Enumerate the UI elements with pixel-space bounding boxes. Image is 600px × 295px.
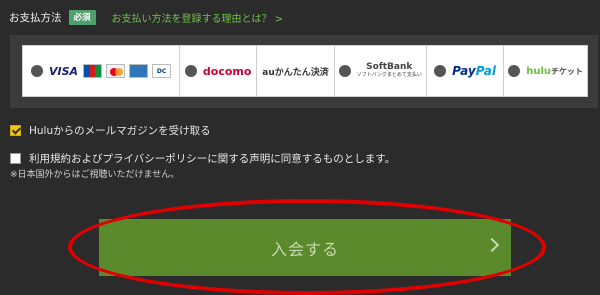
join-button-label: 入会する bbox=[270, 239, 339, 259]
newsletter-label: Huluからのメールマガジンを受け取る bbox=[29, 125, 211, 137]
terms-row: 利用規約およびプライバシーポリシーに関する声明に同意するものとします。 bbox=[10, 151, 395, 166]
payment-method-options: VISA DC docomo auかんたん決済 SoftBank ソフトバンクま… bbox=[22, 45, 588, 97]
required-badge: 必須 bbox=[68, 9, 96, 25]
paypal-label-a: Pay bbox=[452, 64, 476, 78]
payment-option-hulu-ticket[interactable]: huluチケット bbox=[504, 46, 587, 96]
terms-label: 利用規約およびプライバシーポリシーに関する声明に同意するものとします。 bbox=[29, 153, 396, 165]
ticket-label: チケット bbox=[551, 66, 583, 76]
payment-method-panel: VISA DC docomo auかんたん決済 SoftBank ソフトバンクま… bbox=[10, 35, 598, 108]
newsletter-checkbox[interactable] bbox=[10, 125, 21, 136]
softbank-sublabel: ソフトバンクまとめて支払い bbox=[356, 72, 422, 79]
softbank-logo: SoftBank ソフトバンクまとめて支払い bbox=[356, 62, 422, 79]
paypal-logo: PayPal bbox=[452, 64, 496, 78]
chevron-right-icon bbox=[484, 237, 500, 253]
paypal-label-b: Pal bbox=[475, 64, 496, 78]
radio-button[interactable] bbox=[184, 65, 197, 77]
payment-option-au[interactable]: auかんたん決済 bbox=[257, 46, 335, 96]
au-logo: auかんたん決済 bbox=[262, 67, 329, 78]
radio-button[interactable] bbox=[508, 65, 521, 77]
jcb-logo bbox=[83, 64, 103, 78]
payment-reason-link[interactable]: お支払い方法を登録する理由とは？ > bbox=[112, 10, 284, 25]
radio-button[interactable] bbox=[338, 65, 351, 77]
radio-button[interactable] bbox=[31, 65, 43, 77]
radio-button[interactable] bbox=[434, 65, 447, 77]
newsletter-row: Huluからのメールマガジンを受け取る bbox=[10, 123, 211, 138]
payment-option-paypal[interactable]: PayPal bbox=[427, 46, 505, 96]
payment-option-softbank[interactable]: SoftBank ソフトバンクまとめて支払い bbox=[335, 46, 427, 96]
hulu-label: hulu bbox=[526, 65, 551, 77]
payment-option-docomo[interactable]: docomo bbox=[180, 46, 258, 96]
amex-logo bbox=[129, 64, 149, 78]
region-note: ※日本国外からはご視聴いただけません。 bbox=[10, 170, 180, 180]
join-button[interactable]: 入会する bbox=[99, 219, 511, 276]
payment-option-credit-card[interactable]: VISA DC bbox=[23, 46, 181, 96]
mastercard-logo bbox=[106, 64, 126, 78]
terms-checkbox[interactable] bbox=[10, 153, 21, 164]
docomo-logo: docomo bbox=[202, 64, 252, 78]
payment-method-title: お支払方法 bbox=[9, 11, 62, 24]
hulu-ticket-logo: huluチケット bbox=[526, 66, 583, 77]
softbank-label: SoftBank bbox=[366, 62, 413, 73]
diners-club-logo: DC bbox=[152, 64, 172, 78]
visa-logo: VISA bbox=[49, 64, 79, 78]
payment-method-header: お支払方法 必須 お支払い方法を登録する理由とは？ > bbox=[9, 8, 283, 26]
